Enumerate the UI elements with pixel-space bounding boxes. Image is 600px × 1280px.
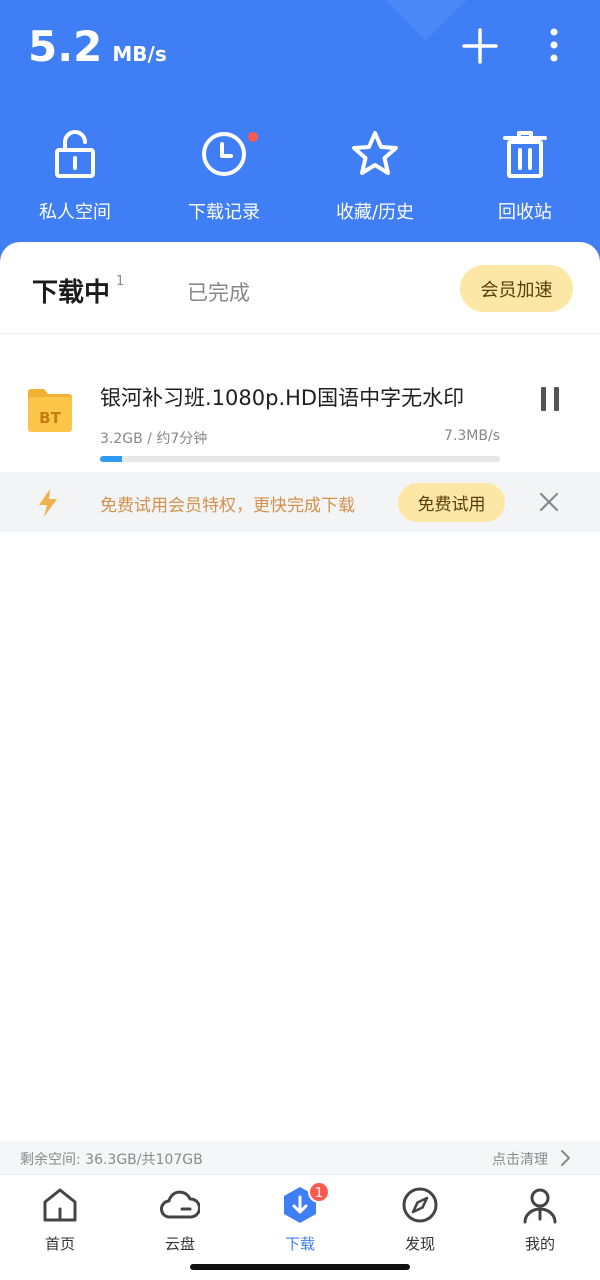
header-notch-decoration <box>385 0 467 40</box>
vip-accelerate-button[interactable]: 会员加速 <box>460 265 573 312</box>
star-icon <box>352 131 398 175</box>
tab-downloading[interactable]: 下载中 <box>32 272 110 309</box>
clock-icon <box>202 132 246 176</box>
storage-info-bar: 剩余空间: 36.3GB/共107GB 点击清理 <box>0 1141 600 1174</box>
more-menu-button[interactable] <box>540 26 568 66</box>
header: 5.2 MB/s 私人空间 下载记录 收藏/历史 回收站 <box>0 0 600 262</box>
tab-label: 发现 <box>404 1235 435 1253</box>
close-icon <box>539 492 559 512</box>
compass-icon <box>402 1187 438 1223</box>
tab-download[interactable]: 1 下载 <box>240 1181 360 1254</box>
unlock-icon <box>55 130 95 178</box>
home-indicator[interactable] <box>190 1264 410 1270</box>
tab-label: 我的 <box>524 1235 555 1253</box>
more-vertical-icon <box>550 28 558 62</box>
task-size-eta: 3.2GB / 约7分钟 <box>100 431 208 447</box>
tab-cloud[interactable]: 云盘 <box>120 1185 240 1254</box>
tab-downloading-count: 1 <box>116 274 125 289</box>
task-progress-fill <box>100 456 122 462</box>
storage-clean-link[interactable]: 点击清理 <box>492 1149 548 1169</box>
quick-action-label: 收藏/历史 <box>335 202 415 223</box>
bt-file-icon: BT <box>28 389 72 432</box>
home-icon <box>43 1188 77 1222</box>
notification-dot <box>248 132 258 142</box>
bt-icon-label: BT <box>39 409 61 427</box>
lightning-icon <box>39 489 57 517</box>
task-progress-bar <box>100 456 500 462</box>
add-task-button[interactable] <box>460 26 500 66</box>
download-tabs: 下载中 1 已完成 会员加速 <box>0 242 600 334</box>
cloud-icon <box>160 1190 201 1219</box>
plus-icon <box>462 28 498 64</box>
promo-close-button[interactable] <box>538 491 560 513</box>
task-name: 银河补习班.1080p.HD国语中字无水印 <box>100 386 465 410</box>
download-count-badge: 1 <box>308 1181 330 1203</box>
quick-action-download-history[interactable]: 下载记录 <box>164 128 284 224</box>
tab-discover[interactable]: 发现 <box>360 1185 480 1254</box>
storage-remaining-text: 剩余空间: 36.3GB/共107GB <box>20 1152 203 1168</box>
promo-text: 免费试用会员特权，更快完成下载 <box>100 496 355 516</box>
quick-action-private-space[interactable]: 私人空间 <box>15 128 135 224</box>
pause-icon <box>541 387 559 411</box>
quick-action-recycle-bin[interactable]: 回收站 <box>465 128 585 224</box>
task-speed: 7.3MB/s <box>444 428 500 444</box>
tab-completed[interactable]: 已完成 <box>187 277 250 307</box>
promo-banner: 免费试用会员特权，更快完成下载 免费试用 <box>0 472 600 532</box>
tab-label: 下载 <box>284 1235 315 1253</box>
quick-action-label: 回收站 <box>498 202 552 223</box>
speed-value: 5.2 <box>28 22 103 71</box>
free-trial-button[interactable]: 免费试用 <box>398 483 505 522</box>
chevron-right-icon[interactable] <box>558 1149 572 1167</box>
tab-profile[interactable]: 我的 <box>480 1185 600 1254</box>
speed-unit: MB/s <box>112 42 167 66</box>
tab-label: 首页 <box>44 1235 75 1253</box>
profile-icon <box>523 1188 557 1224</box>
quick-action-label: 下载记录 <box>188 202 260 223</box>
tab-label: 云盘 <box>164 1235 195 1253</box>
download-task-item[interactable]: BT 银河补习班.1080p.HD国语中字无水印 3.2GB / 约7分钟 7.… <box>0 368 600 472</box>
pause-button[interactable] <box>538 386 562 412</box>
trash-icon <box>503 131 547 178</box>
content-sheet: 下载中 1 已完成 会员加速 BT 银河补习班.1080p.HD国语中字无水印 … <box>0 242 600 1142</box>
tab-home[interactable]: 首页 <box>0 1185 120 1254</box>
speed-indicator: 5.2 MB/s <box>28 22 167 71</box>
quick-action-favorites-history[interactable]: 收藏/历史 <box>315 128 435 224</box>
quick-action-label: 私人空间 <box>39 202 111 223</box>
